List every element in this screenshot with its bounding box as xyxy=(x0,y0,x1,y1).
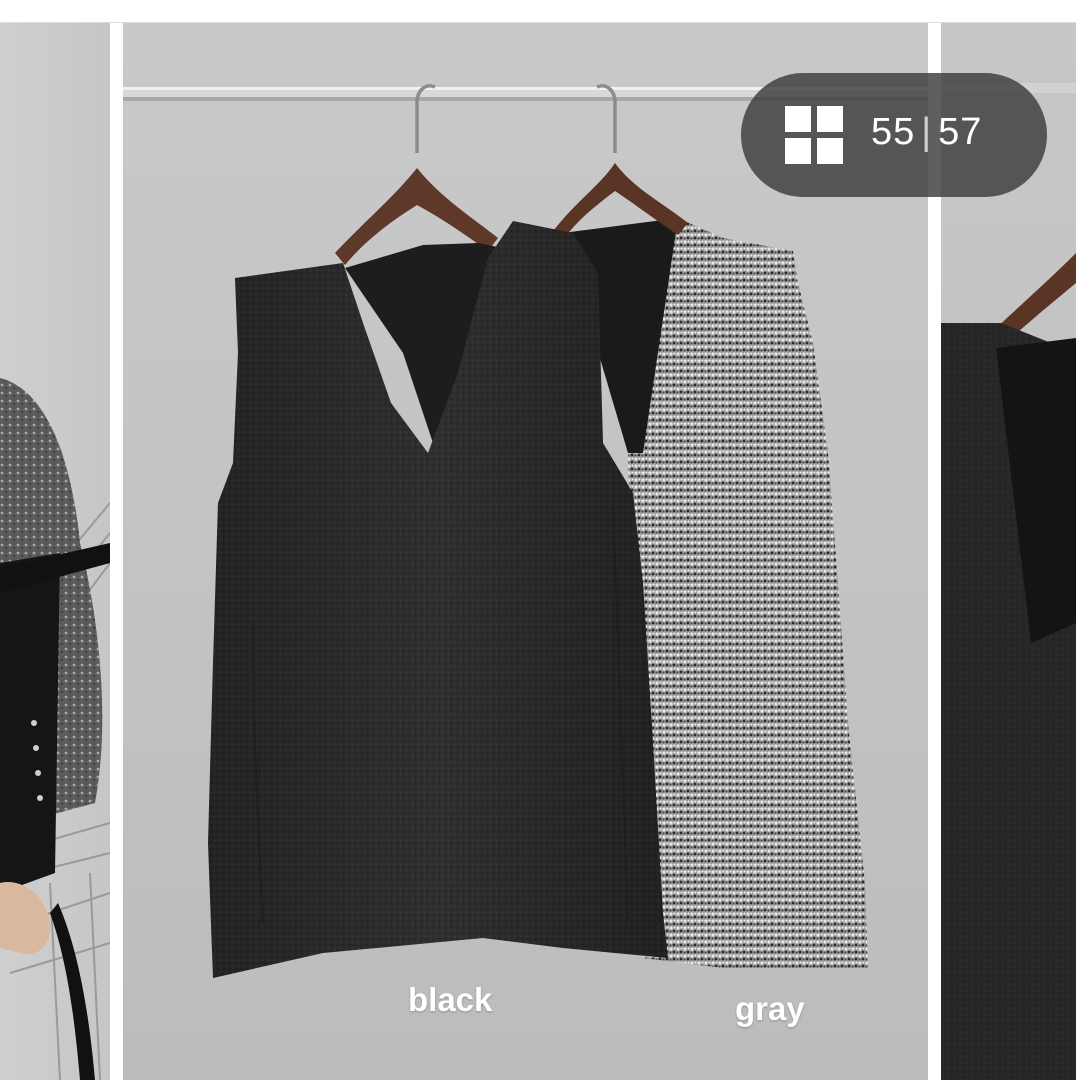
current-index: 55 xyxy=(871,111,916,153)
previous-photo xyxy=(0,378,110,1080)
counter-separator: | xyxy=(921,111,933,153)
image-counter[interactable]: 55 | 57 xyxy=(741,73,1047,197)
total-count: 57 xyxy=(938,111,983,153)
label-gray: gray xyxy=(735,990,805,1027)
label-black: black xyxy=(408,981,493,1018)
counter-text: 55 | 57 xyxy=(871,111,982,154)
grid-icon[interactable] xyxy=(785,106,845,166)
previous-image[interactable] xyxy=(0,23,110,1080)
top-bar xyxy=(0,0,1076,23)
image-gallery[interactable]: black gray 55 | 57 xyxy=(0,23,1076,1080)
